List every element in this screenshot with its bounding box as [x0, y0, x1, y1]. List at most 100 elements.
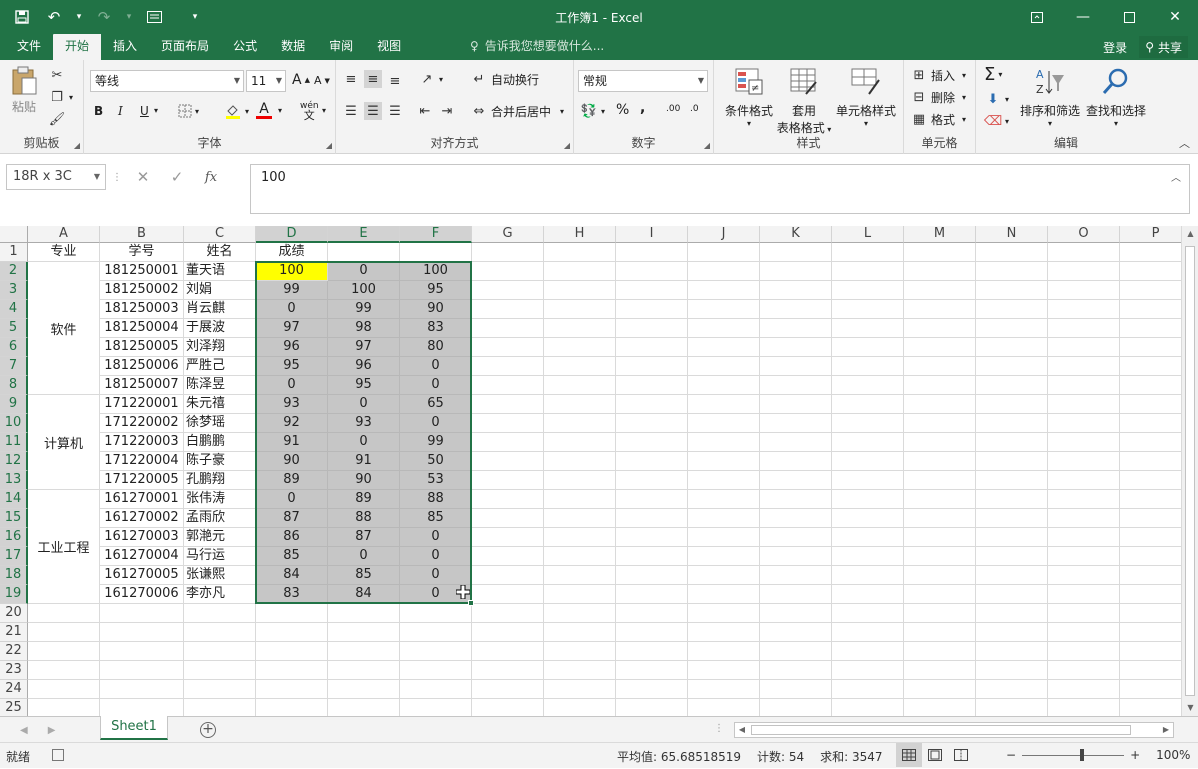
cell[interactable]	[472, 699, 544, 716]
table-cell[interactable]: 84	[256, 566, 328, 585]
table-cell[interactable]: 171220001	[100, 395, 184, 414]
normal-view-icon[interactable]	[896, 743, 922, 767]
row-header-23[interactable]: 23	[0, 661, 28, 680]
table-cell[interactable]: 161270001	[100, 490, 184, 509]
cell[interactable]	[1048, 243, 1120, 262]
tab-5[interactable]: 数据	[269, 34, 317, 60]
cell[interactable]	[472, 357, 544, 376]
table-cell[interactable]: 0	[400, 566, 472, 585]
header-cell[interactable]: 成绩	[256, 243, 328, 262]
cell[interactable]	[688, 680, 760, 699]
expand-formula-bar-icon[interactable]: ︿	[1171, 169, 1181, 184]
table-cell[interactable]: 李亦凡	[184, 585, 256, 604]
cell[interactable]	[616, 319, 688, 338]
cell[interactable]	[832, 680, 904, 699]
table-cell[interactable]: 88	[328, 509, 400, 528]
cell[interactable]	[688, 281, 760, 300]
cell[interactable]	[832, 395, 904, 414]
cell[interactable]	[616, 281, 688, 300]
cancel-icon[interactable]: ✕	[128, 168, 158, 186]
cell[interactable]	[1048, 395, 1120, 414]
cell[interactable]	[184, 661, 256, 680]
select-all-button[interactable]	[0, 226, 28, 243]
table-cell[interactable]: 董天语	[184, 262, 256, 281]
column-header-j[interactable]: J	[688, 226, 760, 243]
cell[interactable]	[1048, 357, 1120, 376]
font-color-dropdown-icon[interactable]: ▾	[278, 106, 282, 115]
page-break-view-icon[interactable]	[948, 743, 974, 767]
enter-icon[interactable]: ✓	[162, 168, 192, 186]
copy-icon[interactable]: ❐ ▾	[48, 88, 73, 106]
cell[interactable]	[832, 566, 904, 585]
cell[interactable]	[688, 319, 760, 338]
table-cell[interactable]: 0	[400, 414, 472, 433]
row-header-9[interactable]: 9	[0, 395, 28, 414]
cell[interactable]	[688, 623, 760, 642]
column-header-l[interactable]: L	[832, 226, 904, 243]
cell[interactable]	[1048, 281, 1120, 300]
table-cell[interactable]: 93	[256, 395, 328, 414]
cell[interactable]	[688, 585, 760, 604]
cell[interactable]	[328, 604, 400, 623]
borders-icon[interactable]: ▾	[178, 104, 199, 118]
cell[interactable]	[832, 243, 904, 262]
row-header-11[interactable]: 11	[0, 433, 28, 452]
sheet-tab-sheet1[interactable]: Sheet1	[100, 716, 168, 740]
tab-split-handle-icon[interactable]: ⋮	[714, 723, 724, 734]
table-cell[interactable]: 65	[400, 395, 472, 414]
cell[interactable]	[688, 452, 760, 471]
row-header-5[interactable]: 5	[0, 319, 28, 338]
table-cell[interactable]: 马行运	[184, 547, 256, 566]
header-cell[interactable]	[400, 243, 472, 262]
fill-color-icon[interactable]: ▾	[224, 102, 249, 120]
find-select-button[interactable]: 查找和选择 ▾	[1084, 66, 1148, 128]
cell[interactable]	[832, 509, 904, 528]
table-cell[interactable]: 97	[256, 319, 328, 338]
tab-1[interactable]: 开始	[53, 34, 102, 60]
cell[interactable]	[544, 509, 616, 528]
cell[interactable]	[688, 661, 760, 680]
cell[interactable]	[544, 300, 616, 319]
cell[interactable]	[472, 623, 544, 642]
cell[interactable]	[832, 319, 904, 338]
cell[interactable]	[904, 585, 976, 604]
cell[interactable]	[832, 376, 904, 395]
header-cell[interactable]	[328, 243, 400, 262]
cell[interactable]	[472, 319, 544, 338]
cell[interactable]	[544, 623, 616, 642]
cell[interactable]	[544, 566, 616, 585]
font-launcher-icon[interactable]: ◢	[326, 141, 332, 150]
delete-cells-button[interactable]: ⊟ 删除 ▾	[910, 88, 966, 106]
cell[interactable]	[904, 604, 976, 623]
merged-major-cell[interactable]: 工业工程	[28, 490, 100, 604]
cell[interactable]	[472, 433, 544, 452]
column-header-k[interactable]: K	[760, 226, 832, 243]
row-header-18[interactable]: 18	[0, 566, 28, 585]
cell[interactable]	[760, 490, 832, 509]
alignment-launcher-icon[interactable]: ◢	[564, 141, 570, 150]
decrease-indent-icon[interactable]: ⇤	[416, 102, 434, 120]
cell[interactable]	[400, 680, 472, 699]
column-header-d[interactable]: D	[256, 226, 328, 243]
table-cell[interactable]: 50	[400, 452, 472, 471]
cell[interactable]	[544, 642, 616, 661]
cell[interactable]	[1048, 661, 1120, 680]
cell[interactable]	[760, 699, 832, 716]
cell[interactable]	[1048, 452, 1120, 471]
maximize-icon[interactable]	[1106, 0, 1152, 34]
table-cell[interactable]: 181250004	[100, 319, 184, 338]
cell[interactable]	[544, 528, 616, 547]
cell[interactable]	[616, 680, 688, 699]
cell[interactable]	[976, 585, 1048, 604]
cell[interactable]	[760, 452, 832, 471]
cell[interactable]	[904, 642, 976, 661]
cell[interactable]	[976, 547, 1048, 566]
cell[interactable]	[760, 471, 832, 490]
align-middle-icon[interactable]: ≡	[364, 70, 382, 88]
cell[interactable]	[976, 680, 1048, 699]
cell[interactable]	[832, 585, 904, 604]
table-cell[interactable]: 99	[256, 281, 328, 300]
cell[interactable]	[760, 585, 832, 604]
table-cell[interactable]: 96	[328, 357, 400, 376]
table-cell[interactable]: 陈子豪	[184, 452, 256, 471]
